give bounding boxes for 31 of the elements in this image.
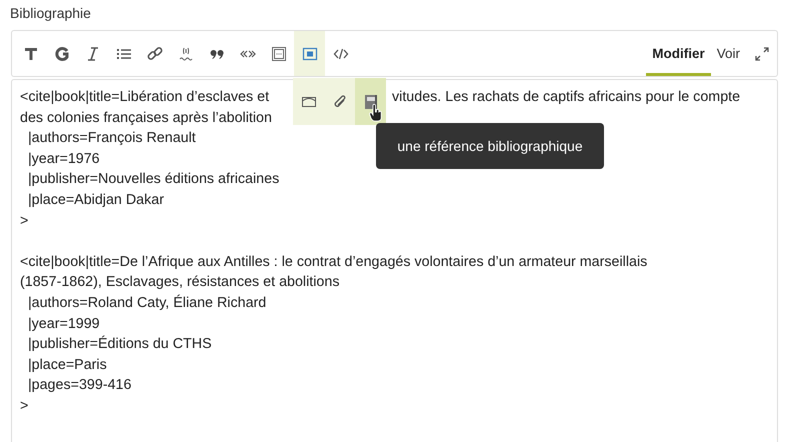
code-line: <cite|book|title=De l’Afrique aux Antilles : le contrat d’engagés volontaires d’un armateur marseillais [20, 254, 648, 270]
reference-button[interactable] [355, 78, 386, 125]
heading-icon [22, 46, 38, 62]
footnote-icon [178, 46, 194, 62]
reference-icon [362, 94, 378, 110]
code-line: des colonies françaises après l’abolition [20, 110, 272, 126]
field-label: Bibliographie [10, 5, 91, 21]
code-line: <cite|book|title=Libération d’esclaves et [20, 89, 270, 105]
code-line: |place=Paris [26, 356, 107, 373]
bold-icon [54, 46, 70, 62]
code-line: |authors=François Renault [26, 130, 196, 146]
code-line: |authors=Roland Caty, Éliane Richard [26, 294, 266, 311]
code-line: (1857-1862), Esclavages, résistances et abolitions [20, 274, 340, 290]
link-icon [146, 46, 162, 62]
insert-button[interactable] [294, 31, 325, 76]
code-line: > [20, 212, 28, 229]
code-line: vitudes. Les rachats de captifs africains pour le compte [392, 89, 740, 107]
insert-icon [302, 46, 318, 62]
view-tab[interactable]: Voir [710, 34, 746, 76]
code-line: |year=1999 [26, 316, 100, 332]
hand-cursor-icon [369, 104, 383, 122]
frame-icon [270, 46, 286, 62]
tooltip: une référence bibliographique [376, 123, 604, 169]
code-line: |place=Abidjan Dakar [26, 192, 164, 208]
code-line: > [20, 398, 28, 414]
code-line: |year=1976 [26, 150, 100, 167]
view-tab[interactable]: Modifier [646, 34, 711, 76]
code-line: |publisher=Nouvelles éditions africaines [26, 171, 280, 188]
code-line: |publisher=Éditions du CTHS [26, 336, 212, 352]
code-line: |pages=399-416 [26, 377, 132, 394]
attachment-icon [332, 94, 348, 110]
